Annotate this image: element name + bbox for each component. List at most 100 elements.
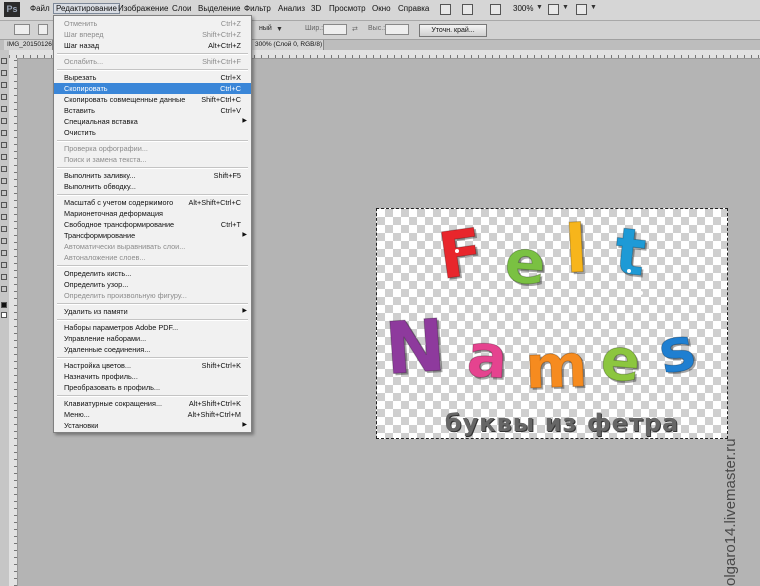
edit-menu-item[interactable]: Ослабить... Shift+Ctrl+F bbox=[54, 56, 251, 67]
document-tab-active[interactable]: 300% (Слой 0, RGB/8) bbox=[252, 40, 324, 50]
menu-image[interactable]: Изображение bbox=[118, 4, 168, 13]
edit-menu-item[interactable]: Клавиатурные сокращения... Alt+Shift+Ctrl… bbox=[54, 398, 251, 409]
marquee-preset-icon[interactable] bbox=[14, 24, 30, 35]
edit-menu-item[interactable]: Масштаб с учетом содержимого Alt+Shift+Ct… bbox=[54, 197, 251, 208]
path-select-tool-icon[interactable] bbox=[1, 250, 7, 256]
width-field[interactable] bbox=[323, 24, 347, 35]
edit-menu-item[interactable]: Меню... Alt+Shift+Ctrl+M bbox=[54, 409, 251, 420]
marquee-tool-icon[interactable] bbox=[1, 70, 7, 76]
stamp-tool-icon[interactable] bbox=[1, 154, 7, 160]
arrange-documents-icon[interactable] bbox=[548, 4, 559, 15]
edit-menu-item[interactable]: Шаг вперед Shift+Ctrl+Z bbox=[54, 29, 251, 40]
healing-tool-icon[interactable] bbox=[1, 130, 7, 136]
brush-tool-icon[interactable] bbox=[1, 142, 7, 148]
canvas-document[interactable]: F e l t N a m e s буквы из фетра bbox=[376, 208, 728, 439]
edit-menu-item[interactable]: Проверка орфографии... bbox=[54, 143, 251, 154]
menu-file[interactable]: Файл bbox=[30, 4, 50, 13]
menu-item-shortcut: Ctrl+V bbox=[220, 106, 241, 115]
menu-item-label: Вставить bbox=[64, 106, 95, 115]
edit-menu-item[interactable]: Определить кисть... bbox=[54, 268, 251, 279]
menu-item-shortcut: Shift+Ctrl+C bbox=[201, 95, 241, 104]
foreground-color-swatch[interactable] bbox=[1, 302, 7, 308]
letter-e1: e bbox=[502, 226, 549, 300]
height-label: Выс.: bbox=[368, 25, 386, 32]
arrange-dropdown-icon[interactable]: ▼ bbox=[562, 4, 569, 11]
edit-menu-item[interactable]: Удаленные соединения... bbox=[54, 344, 251, 355]
width-label: Шир.: bbox=[305, 25, 324, 32]
new-selection-icon[interactable] bbox=[38, 24, 48, 35]
shape-tool-icon[interactable] bbox=[1, 262, 7, 268]
edit-menu-item[interactable]: Выполнить заливку... Shift+F5 bbox=[54, 170, 251, 181]
zoom-dropdown-icon[interactable]: ▼ bbox=[536, 4, 543, 11]
menu-layers[interactable]: Слои bbox=[172, 4, 191, 13]
pen-tool-icon[interactable] bbox=[1, 226, 7, 232]
eyedropper-tool-icon[interactable] bbox=[1, 118, 7, 124]
edit-menu-item[interactable]: Свободное трансформирование Ctrl+T bbox=[54, 219, 251, 230]
edit-menu-item[interactable]: Удалить из памяти ▶ bbox=[54, 306, 251, 317]
edit-menu-item[interactable]: Трансформирование ▶ bbox=[54, 230, 251, 241]
edit-menu-item[interactable]: Выполнить обводку... bbox=[54, 181, 251, 192]
edit-menu-item[interactable]: Установки ▶ bbox=[54, 420, 251, 431]
menu-item-shortcut: Alt+Shift+Ctrl+M bbox=[187, 410, 241, 419]
document-tab-img[interactable]: IMG_20150126 bbox=[4, 40, 53, 50]
height-field[interactable] bbox=[385, 24, 409, 35]
edit-menu-item[interactable]: Специальная вставка ▶ bbox=[54, 116, 251, 127]
edit-menu-item[interactable]: Скопировать совмещенные данные Shift+Ctrl… bbox=[54, 94, 251, 105]
menu-3d[interactable]: 3D bbox=[311, 4, 321, 13]
refine-edge-button[interactable]: Уточн. край... bbox=[419, 24, 487, 37]
menu-help[interactable]: Справка bbox=[398, 4, 429, 13]
edit-menu-item[interactable]: Очистить bbox=[54, 127, 251, 138]
menu-select[interactable]: Выделение bbox=[198, 4, 240, 13]
zoom-tool-icon[interactable] bbox=[1, 286, 7, 292]
quick-select-tool-icon[interactable] bbox=[1, 94, 7, 100]
menu-window[interactable]: Окно bbox=[372, 4, 391, 13]
swap-icon[interactable]: ⇄ bbox=[352, 25, 358, 33]
edit-menu-item[interactable]: Скопировать Ctrl+C bbox=[54, 83, 251, 94]
menu-item-label: Марионеточная деформация bbox=[64, 209, 163, 218]
gradient-tool-icon[interactable] bbox=[1, 190, 7, 196]
background-color-swatch[interactable] bbox=[1, 312, 7, 318]
zoom-level[interactable]: 300% bbox=[513, 4, 533, 13]
menu-analysis[interactable]: Анализ bbox=[278, 4, 305, 13]
menu-filter[interactable]: Фильтр bbox=[244, 4, 271, 13]
letter-F: F bbox=[434, 215, 489, 295]
edit-menu-item[interactable]: Шаг назад Alt+Ctrl+Z bbox=[54, 40, 251, 51]
edit-menu-item[interactable]: Определить узор... bbox=[54, 279, 251, 290]
edit-menu-item[interactable]: Вырезать Ctrl+X bbox=[54, 72, 251, 83]
crop-tool-icon[interactable] bbox=[1, 106, 7, 112]
edit-menu-item[interactable]: Марионеточная деформация bbox=[54, 208, 251, 219]
edit-menu-item[interactable]: Автоматически выравнивать слои... bbox=[54, 241, 251, 252]
edit-menu-item[interactable]: Назначить профиль... bbox=[54, 371, 251, 382]
screen-mode-dropdown-icon[interactable]: ▼ bbox=[590, 4, 597, 11]
menu-item-shortcut: Shift+F5 bbox=[213, 171, 241, 180]
lasso-tool-icon[interactable] bbox=[1, 82, 7, 88]
blur-tool-icon[interactable] bbox=[1, 202, 7, 208]
menu-view[interactable]: Просмотр bbox=[329, 4, 366, 13]
menu-separator bbox=[57, 194, 248, 196]
view-extras-icon[interactable] bbox=[490, 4, 501, 15]
edit-menu-item[interactable]: Отменить Ctrl+Z bbox=[54, 18, 251, 29]
menu-item-label: Шаг назад bbox=[64, 41, 100, 50]
edit-menu-item[interactable]: Определить произвольную фигуру... bbox=[54, 290, 251, 301]
menu-item-label: Выполнить обводку... bbox=[64, 182, 136, 191]
edit-menu-item[interactable]: Автоналожение слоев... bbox=[54, 252, 251, 263]
move-tool-icon[interactable] bbox=[1, 58, 7, 64]
screen-mode-icon[interactable] bbox=[576, 4, 587, 15]
bridge-icon[interactable] bbox=[440, 4, 451, 15]
dodge-tool-icon[interactable] bbox=[1, 214, 7, 220]
edit-menu-item[interactable]: Наборы параметров Adobe PDF... bbox=[54, 322, 251, 333]
edit-menu-item[interactable]: Управление наборами... bbox=[54, 333, 251, 344]
history-brush-tool-icon[interactable] bbox=[1, 166, 7, 172]
minibridge-icon[interactable] bbox=[462, 4, 473, 15]
edit-menu-item[interactable]: Вставить Ctrl+V bbox=[54, 105, 251, 116]
menu-edit[interactable]: Редактирование bbox=[53, 3, 120, 14]
hand-tool-icon[interactable] bbox=[1, 274, 7, 280]
eraser-tool-icon[interactable] bbox=[1, 178, 7, 184]
edit-menu-item[interactable]: Преобразовать в профиль... bbox=[54, 382, 251, 393]
edit-menu-item[interactable]: Настройка цветов... Shift+Ctrl+K bbox=[54, 360, 251, 371]
style-dropdown-icon[interactable]: ▼ bbox=[276, 26, 283, 33]
menu-item-label: Очистить bbox=[64, 128, 96, 137]
edit-menu-item[interactable]: Поиск и замена текста... bbox=[54, 154, 251, 165]
type-tool-icon[interactable] bbox=[1, 238, 7, 244]
style-value[interactable]: ный bbox=[259, 25, 272, 32]
